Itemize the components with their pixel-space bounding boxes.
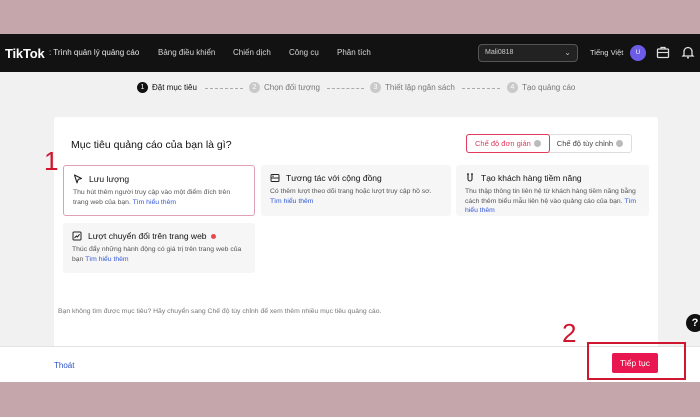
simple-mode-button[interactable]: Chế độ đơn giản	[466, 134, 550, 153]
exit-link[interactable]: Thoát	[54, 361, 74, 370]
avatar[interactable]: U	[630, 45, 646, 61]
learn-more-link[interactable]: Tìm hiểu thêm	[133, 199, 176, 206]
nav-analytics[interactable]: Phân tích	[337, 48, 371, 57]
step-divider	[462, 88, 500, 89]
learn-more-link[interactable]: Tìm hiểu thêm	[85, 256, 128, 263]
page-title: Mục tiêu quảng cáo của bạn là gì?	[71, 139, 232, 151]
info-icon	[616, 140, 624, 147]
account-selector[interactable]: Mali0818 ⌄	[478, 44, 578, 62]
objective-lead-generation[interactable]: Tạo khách hàng tiềm năng Thu thập thông …	[456, 165, 649, 216]
product-name: : Trình quản lý quảng cáo	[49, 48, 140, 57]
info-icon	[533, 140, 541, 147]
cursor-icon	[73, 174, 83, 184]
objective-traffic[interactable]: Lưu lượng Thu hút thêm người truy cập và…	[63, 165, 255, 216]
step-budget: 3 Thiết lập ngân sách	[370, 82, 455, 93]
custom-mode-button[interactable]: Chế độ tùy chỉnh	[549, 135, 631, 152]
custom-mode-hint: Bạn không tìm được mục tiêu? Hãy chuyển …	[58, 308, 382, 315]
community-icon	[270, 174, 280, 182]
tiktok-logo[interactable]: TikTok	[5, 46, 45, 61]
trend-up-icon	[72, 231, 82, 241]
progress-steps: 1 Đặt mục tiêu 2 Chọn đối tượng 3 Thiết …	[0, 80, 700, 98]
language-selector[interactable]: Tiếng Việt	[590, 48, 623, 57]
continue-button[interactable]: Tiếp tục	[612, 353, 658, 373]
app-window: TikTok : Trình quản lý quảng cáo Bảng đi…	[0, 34, 700, 382]
annotation-number-1: 1	[44, 146, 59, 176]
step-objective: 1 Đặt mục tiêu	[137, 82, 197, 93]
step-audience: 2 Chọn đối tượng	[249, 82, 320, 93]
top-navigation-bar: TikTok : Trình quản lý quảng cáo Bảng đi…	[0, 34, 700, 72]
nav-tools[interactable]: Công cụ	[289, 48, 319, 57]
chevron-down-icon: ⌄	[564, 48, 571, 57]
nav-campaigns[interactable]: Chiến dịch	[233, 48, 271, 57]
new-badge-dot	[210, 233, 216, 239]
briefcase-icon[interactable]	[655, 44, 671, 60]
bell-icon[interactable]	[680, 44, 696, 60]
objective-website-conversions[interactable]: Lượt chuyển đổi trên trang web Thúc đẩy …	[63, 223, 255, 273]
help-button[interactable]: ?	[686, 314, 700, 332]
funnel-icon	[467, 173, 473, 182]
nav-dashboard[interactable]: Bảng điều khiển	[158, 48, 215, 57]
account-name: Mali0818	[485, 49, 514, 56]
annotation-number-2: 2	[562, 318, 577, 348]
step-divider	[205, 88, 243, 89]
step-create-ad: 4 Tạo quảng cáo	[507, 82, 575, 93]
step-divider	[327, 88, 364, 89]
mode-toggle: Chế độ đơn giản Chế độ tùy chỉnh	[466, 134, 633, 153]
learn-more-link[interactable]: Tìm hiểu thêm	[270, 198, 313, 205]
objective-community-interaction[interactable]: Tương tác với cộng đồng Có thêm lượt the…	[261, 165, 451, 216]
